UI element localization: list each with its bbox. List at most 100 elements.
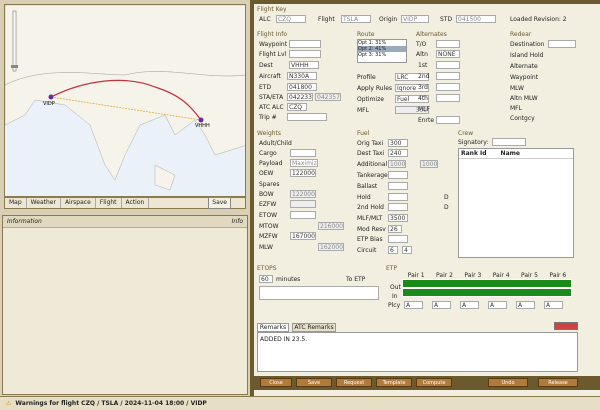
action-tab[interactable]: Action [122, 198, 150, 208]
etow-field[interactable] [290, 211, 316, 219]
template-button[interactable]: Template [376, 378, 412, 387]
etp-out-row[interactable] [402, 279, 572, 288]
route-options-list[interactable]: Opt 1: 31% Opt 2: 41% Opt 3: 31% [357, 39, 407, 63]
etp-plcy-select[interactable]: A [460, 301, 479, 309]
crew-table[interactable]: Rank Id Name [458, 148, 574, 258]
mtow-label: MTOW [259, 223, 279, 230]
std-field[interactable]: 041500 [456, 15, 496, 23]
alc-field[interactable]: CZQ [276, 15, 306, 23]
enrte-label: Enrte [418, 117, 435, 124]
etp-out-label: Out [390, 284, 401, 291]
etp-pair-header: Pair 6 [549, 272, 567, 279]
map-save-button[interactable]: Save [208, 197, 231, 209]
map-view[interactable]: VIDP VHHH [4, 4, 246, 197]
tankerage-label: Tankerage [357, 172, 388, 179]
etops-minutes-field[interactable]: 60 [259, 275, 273, 283]
redear-destination: Destination [510, 41, 545, 48]
ezfw-field [290, 200, 316, 208]
atc-field[interactable]: CZQ [287, 103, 307, 111]
crew-rank-header: Rank Id [461, 150, 487, 157]
airspace-tab[interactable]: Airspace [61, 198, 96, 208]
additional-label: Additional [357, 161, 388, 168]
hold2-field[interactable] [388, 203, 408, 211]
additional-field-1: 1000 [388, 160, 406, 168]
mzfw-field[interactable]: 167000 [290, 232, 316, 240]
ballast-field[interactable] [388, 182, 408, 190]
request-button[interactable]: Request [336, 378, 372, 387]
redear-destination-field[interactable] [548, 40, 576, 48]
cargo-field[interactable] [290, 149, 316, 157]
etp-plcy-select[interactable]: A [404, 301, 423, 309]
origin-marker[interactable] [48, 94, 54, 100]
sta-label: STA/ETA [259, 94, 284, 101]
zoom-handle[interactable] [11, 65, 18, 68]
route-option[interactable]: Opt 3: 31% [358, 52, 406, 58]
dest-field[interactable]: VHHH [289, 61, 319, 69]
redear-contgcy: Contgcy [510, 115, 535, 122]
profile-label: Profile [357, 74, 376, 81]
altn-select[interactable]: NONE [436, 50, 460, 58]
trip-field[interactable] [287, 113, 327, 121]
map-toolbar: Map Weather Airspace Flight Action Save [4, 197, 246, 209]
etp-plcy-select[interactable]: A [488, 301, 507, 309]
undo-button[interactable]: Undo [488, 378, 528, 387]
flight-field[interactable]: TSLA [341, 15, 371, 23]
signatory-field[interactable] [492, 138, 526, 146]
remarks-textarea[interactable]: ADDED IN 23.5. [257, 332, 578, 372]
alt2-field[interactable] [436, 72, 460, 80]
etpbias-field[interactable] [388, 235, 408, 243]
origtaxi-field[interactable]: 300 [388, 139, 408, 147]
flightlvl-field[interactable] [289, 50, 321, 58]
dest-marker[interactable] [198, 117, 204, 123]
etp-plcy-select[interactable]: A [432, 301, 451, 309]
etp-plcy-select[interactable]: A [544, 301, 563, 309]
etp-plcy-label: Plcy [388, 302, 401, 309]
etow-label: ETOW [259, 212, 278, 219]
hold2-d: D [444, 204, 449, 211]
oew-field[interactable]: 122000 [290, 169, 316, 177]
compute-button[interactable]: Compute [416, 378, 452, 387]
atc-remarks-tab[interactable]: ATC Remarks [292, 323, 336, 332]
etp-plcy-select[interactable]: A [516, 301, 535, 309]
enrte-field[interactable] [436, 116, 460, 124]
release-button[interactable]: Release [538, 378, 578, 387]
map-canvas[interactable]: VIDP VHHH [5, 5, 246, 197]
etops-grid[interactable] [259, 286, 379, 300]
alt3-field[interactable] [436, 83, 460, 91]
save-button[interactable]: Save [296, 378, 332, 387]
fuel-title: Fuel [357, 130, 370, 137]
sta-field[interactable]: 042233 [287, 93, 313, 101]
alternates-title: Alternates [416, 31, 447, 38]
flight-tab[interactable]: Flight [96, 198, 122, 208]
circuit-field-1[interactable]: 6 [388, 246, 398, 254]
weather-tab[interactable]: Weather [27, 198, 61, 208]
zoom-slider[interactable] [12, 10, 17, 72]
alt1-field[interactable] [436, 61, 460, 69]
alc-label: ALC [259, 16, 271, 23]
etp-in-row[interactable] [402, 288, 572, 297]
mlw-label: MLW [259, 244, 273, 251]
remarks-tab[interactable]: Remarks [257, 323, 289, 332]
weights-title: Weights [257, 130, 282, 137]
crew-name-header: Name [500, 150, 520, 157]
tankerage-field[interactable] [388, 171, 408, 179]
additional-field-2: 1000 [420, 160, 438, 168]
to-field[interactable] [436, 40, 460, 48]
waypoint-field[interactable] [289, 40, 321, 48]
aircraft-field[interactable]: N330A [287, 72, 317, 80]
map-tab[interactable]: Map [5, 198, 27, 208]
hold-field[interactable] [388, 193, 408, 201]
remarks-tools-icon[interactable] [554, 322, 578, 330]
origin-field[interactable]: VIDP [401, 15, 429, 23]
crew-header: Rank Id Name [459, 149, 573, 159]
mlfmlt-field[interactable]: 3500 [388, 214, 408, 222]
info-menu-button[interactable]: Info [232, 218, 243, 225]
desttaxi-field[interactable]: 240 [388, 149, 408, 157]
desttaxi-label: Dest Taxi [357, 150, 385, 157]
payload-field[interactable]: Maximize [290, 159, 318, 167]
close-button[interactable]: Close [260, 378, 292, 387]
modresv-field[interactable]: 26 [388, 225, 402, 233]
circuit-field-2[interactable]: 4 [402, 246, 412, 254]
etd-field[interactable]: 041800 [287, 83, 317, 91]
alt4-field[interactable] [436, 94, 460, 102]
